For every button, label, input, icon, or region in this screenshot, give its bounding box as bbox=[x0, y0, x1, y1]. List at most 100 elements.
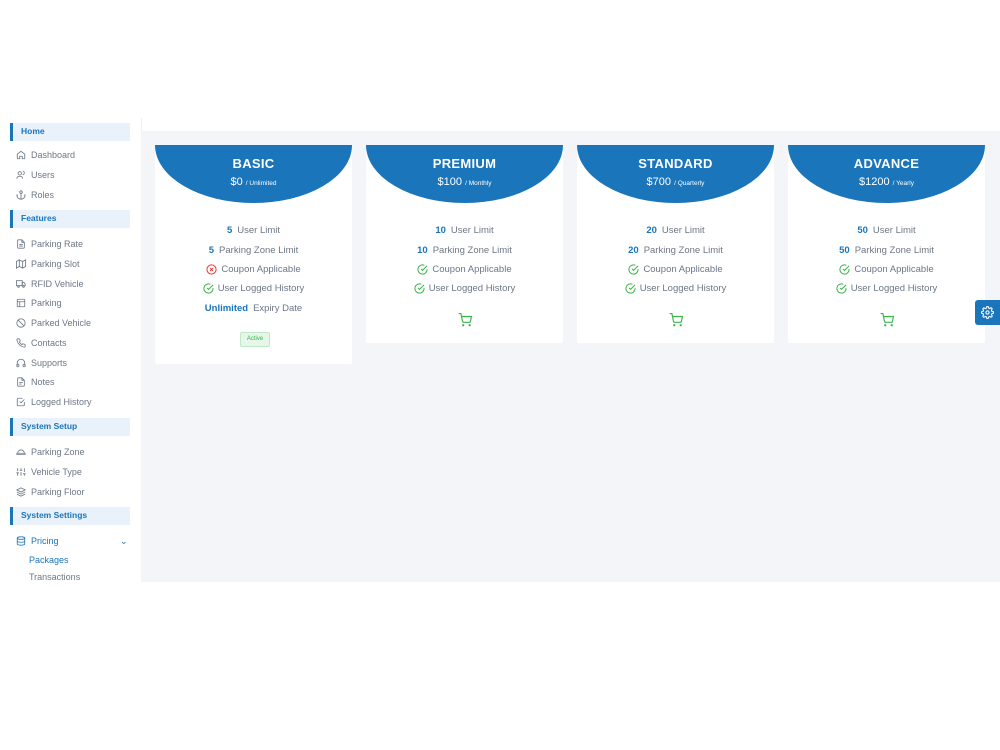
check-circle-icon bbox=[417, 264, 428, 275]
sliders-icon bbox=[16, 468, 26, 476]
plan-price: $1200 / Yearly bbox=[788, 176, 985, 188]
settings-button[interactable] bbox=[975, 300, 1000, 325]
sidebar-item-vehicle-type[interactable]: Vehicle Type bbox=[16, 465, 82, 479]
feature-label: User Limit bbox=[237, 225, 281, 236]
sidebar-item-parking-rate[interactable]: Parking Rate bbox=[16, 237, 83, 251]
anchor-icon bbox=[16, 190, 26, 200]
feature-label: User Logged History bbox=[428, 283, 516, 294]
plan-card-basic: BASIC $0 / Unlimited 5 User Limit 5 Parkin… bbox=[155, 145, 352, 364]
notes-icon bbox=[17, 377, 25, 387]
plan-name: BASIC bbox=[232, 156, 275, 171]
layers-icon bbox=[16, 487, 26, 497]
feature-expiry: Unlimited Expiry Date bbox=[155, 303, 352, 314]
cart-icon[interactable] bbox=[669, 313, 683, 327]
feature-history: User Logged History bbox=[577, 283, 774, 294]
sidebar-item-parking-zone[interactable]: Parking Zone bbox=[16, 445, 85, 459]
plan-name: STANDARD bbox=[638, 156, 713, 171]
sidebar-item-label: Parking Zone bbox=[31, 447, 85, 457]
price-period: / Quarterly bbox=[674, 180, 705, 187]
section-label: Features bbox=[21, 213, 57, 223]
sidebar-section-features[interactable]: Features bbox=[10, 210, 130, 228]
sidebar-item-parking-floor[interactable]: Parking Floor bbox=[16, 485, 85, 499]
home-icon bbox=[16, 150, 26, 160]
sidebar-subitem-transactions[interactable]: Transactions bbox=[29, 572, 80, 582]
layout-icon bbox=[16, 298, 26, 308]
sidebar-item-label: Parking Floor bbox=[31, 487, 85, 497]
sidebar-item-dashboard[interactable]: Dashboard bbox=[16, 148, 75, 162]
plan-card-header: PREMIUM $100 / Monthly bbox=[366, 145, 563, 203]
plan-price: $0 / Unlimited bbox=[155, 176, 352, 188]
price-amount: $0 bbox=[230, 176, 243, 188]
check-circle-icon bbox=[836, 283, 847, 294]
main-content: BASIC $0 / Unlimited 5 User Limit 5 Parkin… bbox=[141, 131, 1000, 582]
price-amount: $100 bbox=[437, 176, 463, 188]
cart-icon[interactable] bbox=[458, 313, 472, 327]
sidebar-item-parking[interactable]: Parking bbox=[16, 296, 62, 310]
sidebar-item-pricing[interactable]: Pricing ⌄ bbox=[16, 534, 136, 548]
sidebar-item-logged-history[interactable]: Logged History bbox=[16, 395, 92, 409]
price-period: / Monthly bbox=[465, 180, 492, 187]
price-amount: $700 bbox=[646, 176, 672, 188]
sidebar-item-label: Dashboard bbox=[31, 150, 76, 160]
sidebar-item-supports[interactable]: Supports bbox=[16, 356, 67, 370]
feature-value: 5 bbox=[208, 245, 215, 256]
chevron-down-icon[interactable]: ⌄ bbox=[120, 536, 128, 547]
price-amount: $1200 bbox=[859, 176, 890, 188]
file-icon bbox=[17, 239, 25, 249]
feature-value: 20 bbox=[646, 225, 657, 236]
truck-icon bbox=[16, 280, 26, 288]
feature-zone-limit: 20 Parking Zone Limit bbox=[577, 245, 774, 256]
sidebar-item-label: Users bbox=[31, 170, 55, 180]
sidebar-item-roles[interactable]: Roles bbox=[16, 188, 54, 202]
sidebar-section-home[interactable]: Home bbox=[10, 123, 130, 141]
sidebar-item-label: Notes bbox=[31, 377, 55, 387]
users-icon bbox=[16, 170, 25, 179]
feature-zone-limit: 50 Parking Zone Limit bbox=[788, 245, 985, 256]
feature-label: User Limit bbox=[872, 225, 916, 236]
check-square-icon bbox=[16, 397, 25, 407]
feature-label: User Logged History bbox=[217, 283, 305, 294]
sidebar-item-parked-vehicle[interactable]: Parked Vehicle bbox=[16, 316, 91, 330]
feature-user-limit: 20 User Limit bbox=[577, 225, 774, 236]
plan-card-advance: ADVANCE $1200 / Yearly 50 User Limit 50 Pa… bbox=[788, 145, 985, 343]
sidebar-item-label: Vehicle Type bbox=[31, 467, 82, 477]
feature-value: 10 bbox=[417, 245, 428, 256]
sidebar-item-label: Supports bbox=[31, 358, 68, 368]
feature-value: Unlimited bbox=[204, 303, 249, 314]
sidebar-item-label: Contacts bbox=[31, 338, 67, 348]
sidebar-item-rfid-vehicle[interactable]: RFID Vehicle bbox=[16, 277, 84, 291]
feature-label: Parking Zone Limit bbox=[432, 245, 512, 256]
plan-card-standard: STANDARD $700 / Quarterly 20 User Limit 2… bbox=[577, 145, 774, 343]
feature-coupon: Coupon Applicable bbox=[577, 264, 774, 275]
plan-price: $100 / Monthly bbox=[366, 176, 563, 188]
feature-value: 5 bbox=[226, 225, 233, 236]
feature-value: 50 bbox=[857, 225, 868, 236]
sidebar-item-label: RFID Vehicle bbox=[31, 279, 84, 289]
sidebar-item-users[interactable]: Users bbox=[16, 168, 55, 182]
sidebar-section-system-setup[interactable]: System Setup bbox=[10, 418, 130, 436]
sidebar-item-label: Parking Rate bbox=[31, 239, 84, 249]
cart-icon[interactable] bbox=[880, 313, 894, 327]
map-icon bbox=[16, 259, 26, 269]
check-circle-icon bbox=[414, 283, 425, 294]
sidebar-item-contacts[interactable]: Contacts bbox=[16, 336, 67, 350]
feature-coupon: Coupon Applicable bbox=[366, 264, 563, 275]
sidebar-section-system-settings[interactable]: System Settings bbox=[10, 507, 130, 525]
sidebar-item-parking-slot[interactable]: Parking Slot bbox=[16, 257, 80, 271]
slash-circle-icon bbox=[16, 318, 26, 328]
check-circle-icon bbox=[203, 283, 214, 294]
plan-name: PREMIUM bbox=[432, 156, 497, 171]
sidebar-subitem-packages[interactable]: Packages bbox=[29, 555, 69, 565]
sidebar-item-notes[interactable]: Notes bbox=[16, 375, 55, 389]
sidebar-item-label: Pricing bbox=[31, 536, 59, 546]
status-badge: Active bbox=[240, 332, 270, 347]
feature-value: 20 bbox=[628, 245, 639, 256]
feature-value: 50 bbox=[839, 245, 850, 256]
feature-coupon: Coupon Applicable bbox=[788, 264, 985, 275]
feature-label: Coupon Applicable bbox=[854, 264, 934, 275]
feature-user-limit: 10 User Limit bbox=[366, 225, 563, 236]
check-circle-icon bbox=[839, 264, 850, 275]
feature-label: User Limit bbox=[450, 225, 494, 236]
feature-label: Expiry Date bbox=[253, 303, 303, 314]
section-label: Home bbox=[21, 126, 45, 136]
